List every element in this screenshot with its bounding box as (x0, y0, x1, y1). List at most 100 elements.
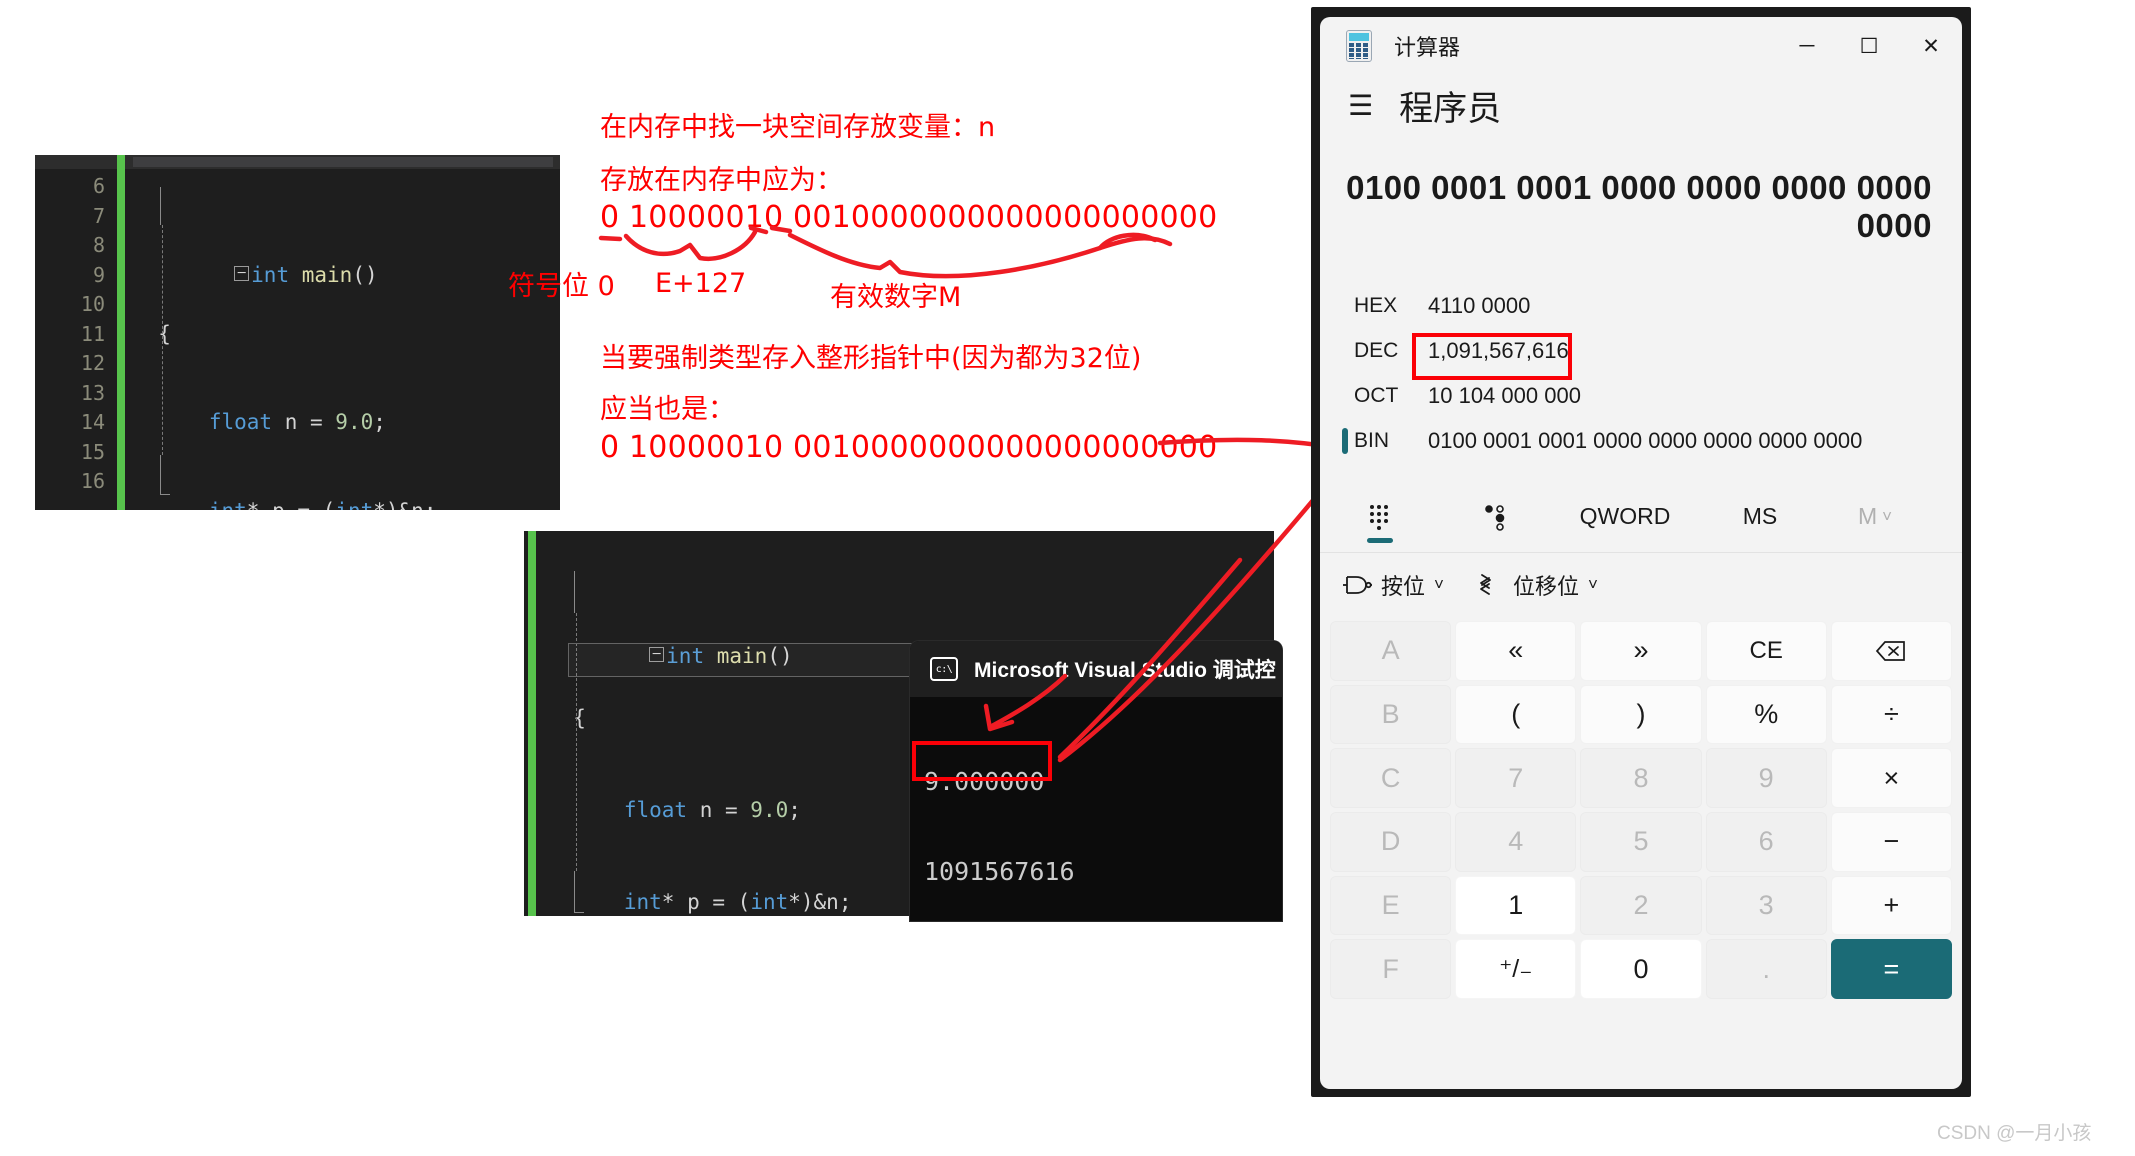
radix-label: OCT (1354, 383, 1399, 407)
key-sign-toggle[interactable]: ⁺/₋ (1455, 939, 1577, 999)
line-number: 16 (80, 469, 105, 493)
line-number-gutter: 6 7 8 9 10 11 12 13 14 15 16 (35, 172, 113, 510)
key-add[interactable]: + (1830, 875, 1952, 936)
sign-bit-underline (598, 235, 623, 242)
key-C[interactable]: C (1330, 748, 1452, 808)
line-number: 13 (80, 380, 105, 405)
memory-store-button[interactable]: MS (1700, 481, 1820, 553)
bit-toggle-icon (1485, 504, 1505, 531)
key-multiply[interactable]: × (1830, 748, 1952, 808)
line-number: 6 (92, 174, 105, 198)
console-value-highlight-box (912, 741, 1052, 781)
key-shift-right[interactable]: » (1580, 621, 1702, 681)
annotation-line-1: 在内存中找一块空间存放变量：n (600, 112, 996, 143)
annotation-line-4: 应当也是： (600, 394, 735, 425)
bit-toggle-button[interactable] (1440, 481, 1550, 553)
key-B[interactable]: B (1330, 684, 1452, 745)
window-controls[interactable]: ─ ☐ ✕ (1776, 17, 1962, 75)
bitwise-dropdown[interactable]: 按位 ˅ (1342, 569, 1444, 601)
annotation-sign-label: 符号位 0 (508, 271, 615, 302)
line-number: 12 (80, 351, 105, 375)
key-7[interactable]: 7 (1455, 748, 1577, 808)
change-indicator-bar (117, 155, 125, 510)
bitwise-label: 按位 (1381, 574, 1426, 599)
code-text-area[interactable]: ─int main() { float n = 9.0; int* p = (i… (133, 172, 560, 511)
memory-dropdown-button[interactable]: M ˅ (1820, 481, 1930, 553)
annotation-binary-1: 0 10000010 0010000000000000000000 (600, 200, 1218, 235)
brace-guide (160, 187, 161, 225)
key-clear-entry[interactable]: CE (1705, 621, 1827, 681)
maximize-button[interactable]: ☐ (1838, 17, 1900, 75)
calculator-icon (1346, 30, 1372, 62)
key-2[interactable]: 2 (1580, 875, 1702, 936)
fold-collapse-icon[interactable]: ─ (234, 266, 250, 281)
line-number: 10 (80, 292, 105, 316)
keypad-toggle-button[interactable] (1320, 481, 1440, 553)
key-9[interactable]: 9 (1705, 748, 1827, 808)
shift-bits-icon (1480, 574, 1491, 595)
key-subtract[interactable]: − (1830, 812, 1952, 872)
calculator-keypad: A « » CE B ( ) % ÷ C 7 8 9 × D 4 5 6 − E… (1320, 617, 1962, 1009)
key-E[interactable]: E (1330, 875, 1452, 936)
radix-selected-indicator (1342, 427, 1348, 454)
console-output: 9.000000 1091567616 D:\bit.110\class.110… (910, 697, 1282, 921)
radix-value: 4110 0000 (1428, 292, 1531, 318)
line-number: 11 (80, 321, 105, 346)
logic-gate-icon (1343, 576, 1372, 594)
console-window[interactable]: c:\ Microsoft Visual Studio 调试控 9.000000… (910, 641, 1282, 921)
key-3[interactable]: 3 (1705, 875, 1827, 936)
key-divide[interactable]: ÷ (1830, 684, 1952, 745)
calculator-window[interactable]: 计算器 ─ ☐ ✕ ☰ 程序员 0100 0001 0001 0000 0000… (1320, 17, 1962, 1089)
calculator-mode-title: 程序员 (1399, 89, 1502, 128)
brace-guide-foot (574, 871, 584, 913)
calculator-title-bar[interactable]: 计算器 ─ ☐ ✕ (1320, 17, 1962, 75)
memory-label: M (1857, 503, 1878, 529)
key-backspace[interactable] (1830, 621, 1952, 681)
console-title-bar[interactable]: c:\ Microsoft Visual Studio 调试控 (910, 641, 1282, 697)
editor-tab[interactable] (133, 157, 553, 167)
word-size-button[interactable]: QWORD (1550, 481, 1700, 553)
key-shift-left[interactable]: « (1455, 621, 1577, 681)
key-6[interactable]: 6 (1705, 812, 1827, 872)
bitshift-label: 位移位 (1512, 574, 1579, 599)
annotation-binary-2: 0 10000010 0010000000000000000000 (600, 430, 1218, 465)
code-line: { (133, 321, 171, 346)
console-title: Microsoft Visual Studio 调试控 (974, 659, 1276, 682)
annotation-mantissa-label: 有效数字M (830, 282, 962, 313)
key-4[interactable]: 4 (1455, 812, 1577, 872)
radix-row-hex[interactable]: HEX 4110 0000 (1320, 283, 1962, 328)
backspace-icon (1876, 640, 1906, 661)
code-editor-top[interactable]: 6 7 8 9 10 11 12 13 14 15 16 ─ int main()… (35, 155, 560, 510)
close-button[interactable]: ✕ (1900, 17, 1962, 75)
window-title: 计算器 (1394, 35, 1461, 60)
bit-operations-row: 按位 ˅ 位移位 ˅ (1320, 553, 1962, 617)
key-D[interactable]: D (1330, 812, 1452, 872)
line-number: 8 (92, 233, 105, 257)
key-F[interactable]: F (1330, 939, 1452, 999)
key-equals[interactable]: = (1830, 939, 1952, 999)
cmd-prompt-icon: c:\ (930, 657, 958, 681)
hamburger-menu-icon[interactable]: ☰ (1348, 89, 1373, 122)
key-A[interactable]: A (1330, 621, 1452, 681)
code-line: ─ int main() (133, 231, 560, 287)
key-percent[interactable]: % (1705, 684, 1827, 745)
minimize-button[interactable]: ─ (1776, 17, 1838, 75)
annotation-exponent-label: E+127 (655, 268, 747, 299)
bitshift-dropdown[interactable]: 位移位 ˅ (1474, 569, 1598, 601)
key-0[interactable]: 0 (1580, 939, 1702, 999)
annotation-line-2: 存放在内存中应为： (600, 165, 843, 196)
keypad-dots-icon (1370, 504, 1388, 530)
radix-row-bin[interactable]: BIN 0100 0001 0001 0000 0000 0000 0000 0… (1320, 418, 1962, 463)
key-1[interactable]: 1 (1455, 875, 1577, 936)
key-paren-close[interactable]: ) (1580, 684, 1702, 745)
line-number: 7 (92, 203, 105, 228)
exponent-brace (623, 229, 758, 262)
key-paren-open[interactable]: ( (1455, 684, 1577, 745)
calculator-display: 0100 0001 0001 0000 0000 0000 0000 0000 (1346, 169, 1932, 244)
chevron-down-icon: ˅ (1434, 575, 1444, 594)
key-5[interactable]: 5 (1580, 812, 1702, 872)
key-decimal-point[interactable]: . (1705, 939, 1827, 999)
dec-value-highlight-box (1412, 333, 1572, 380)
chevron-down-icon: ˅ (1882, 506, 1893, 526)
key-8[interactable]: 8 (1580, 748, 1702, 808)
